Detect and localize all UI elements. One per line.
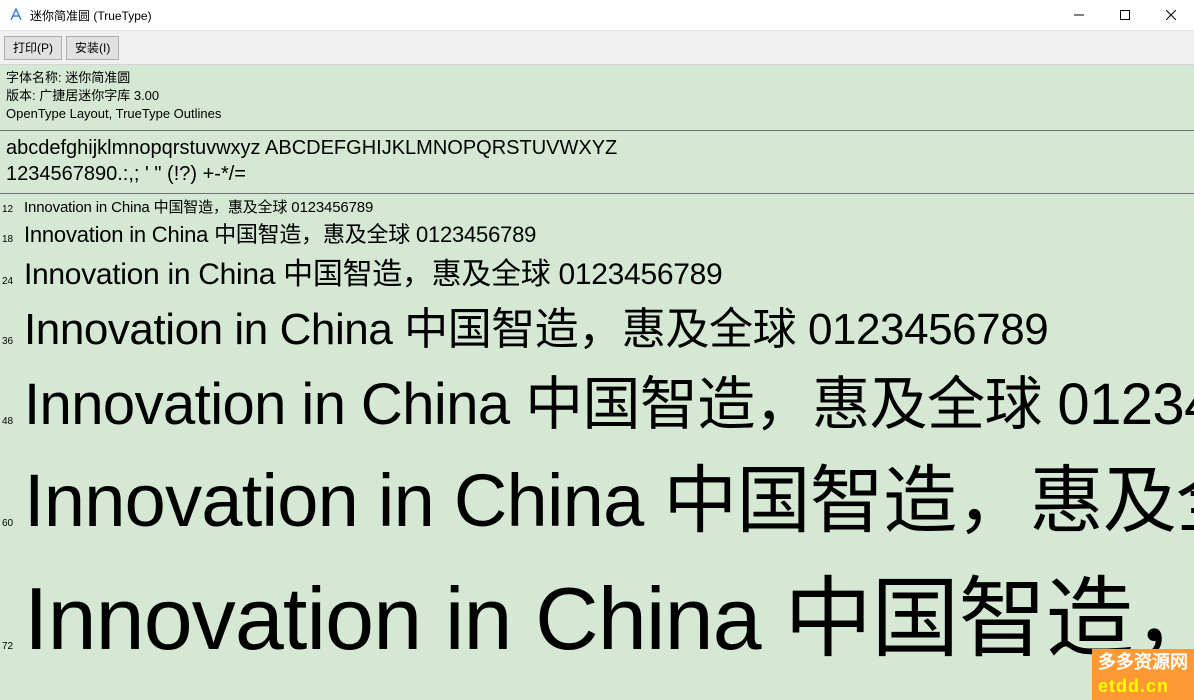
sample-row: 18Innovation in China 中国智造，惠及全球 01234567…	[0, 217, 1194, 249]
sample-text: Innovation in China 中国智造，惠及全球 0123456789	[24, 441, 1194, 548]
charset-lowercase-uppercase: abcdefghijklmnopqrstuvwxyz ABCDEFGHIJKLM…	[6, 135, 1188, 161]
sample-text: Innovation in China 中国智造，惠及全球 0123456789	[24, 548, 1194, 675]
sample-size-label: 36	[2, 336, 24, 347]
sample-size-label: 48	[2, 416, 24, 427]
print-button[interactable]: 打印(P)	[4, 36, 62, 60]
sample-row: 60Innovation in China 中国智造，惠及全球 01234567…	[0, 441, 1194, 548]
sample-row: 36Innovation in China 中国智造，惠及全球 01234567…	[0, 293, 1194, 357]
toolbar: 打印(P) 安装(I)	[0, 31, 1194, 65]
sample-size-label: 18	[2, 234, 24, 245]
charset-numbers-symbols: 1234567890.:,; ' " (!?) +-*/=	[6, 161, 1188, 187]
sample-row: 24Innovation in China 中国智造，惠及全球 01234567…	[0, 249, 1194, 293]
sample-size-label: 60	[2, 518, 24, 529]
font-info-block: 字体名称: 迷你简准圆 版本: 广捷居迷你字库 3.00 OpenType La…	[0, 65, 1194, 131]
sample-text: Innovation in China 中国智造，惠及全球 0123456789	[24, 293, 1048, 357]
sample-row: 12Innovation in China 中国智造，惠及全球 01234567…	[0, 196, 1194, 217]
sample-row: 72Innovation in China 中国智造，惠及全球 01234567…	[0, 548, 1194, 675]
watermark-line1: 多多资源网	[1098, 651, 1188, 674]
titlebar: 迷你简准圆 (TrueType)	[0, 0, 1194, 31]
font-preview-content: 字体名称: 迷你简准圆 版本: 广捷居迷你字库 3.00 OpenType La…	[0, 65, 1194, 700]
close-button[interactable]	[1148, 0, 1194, 31]
window-controls	[1056, 0, 1194, 31]
sample-text: Innovation in China 中国智造，惠及全球 0123456789	[24, 357, 1194, 441]
watermark-line2: etdd.cn	[1098, 675, 1188, 698]
font-layout-line: OpenType Layout, TrueType Outlines	[6, 105, 1188, 123]
sample-text: Innovation in China 中国智造，惠及全球 0123456789	[24, 217, 536, 249]
sample-size-label: 72	[2, 641, 24, 652]
maximize-button[interactable]	[1102, 0, 1148, 31]
minimize-button[interactable]	[1056, 0, 1102, 31]
sample-size-label: 24	[2, 276, 24, 287]
font-name-line: 字体名称: 迷你简准圆	[6, 69, 1188, 87]
sample-text: Innovation in China 中国智造，惠及全球 0123456789	[24, 196, 373, 217]
install-button[interactable]: 安装(I)	[66, 36, 119, 60]
window-title: 迷你简准圆 (TrueType)	[30, 7, 1056, 24]
sample-row: 48Innovation in China 中国智造，惠及全球 01234567…	[0, 357, 1194, 441]
sample-text: Innovation in China 中国智造，惠及全球 0123456789	[24, 249, 722, 293]
font-app-icon	[8, 7, 24, 23]
charset-block: abcdefghijklmnopqrstuvwxyz ABCDEFGHIJKLM…	[0, 131, 1194, 194]
sample-rows: 12Innovation in China 中国智造，惠及全球 01234567…	[0, 194, 1194, 675]
watermark: 多多资源网 etdd.cn	[1092, 649, 1194, 700]
sample-size-label: 12	[2, 204, 24, 215]
font-version-line: 版本: 广捷居迷你字库 3.00	[6, 87, 1188, 105]
